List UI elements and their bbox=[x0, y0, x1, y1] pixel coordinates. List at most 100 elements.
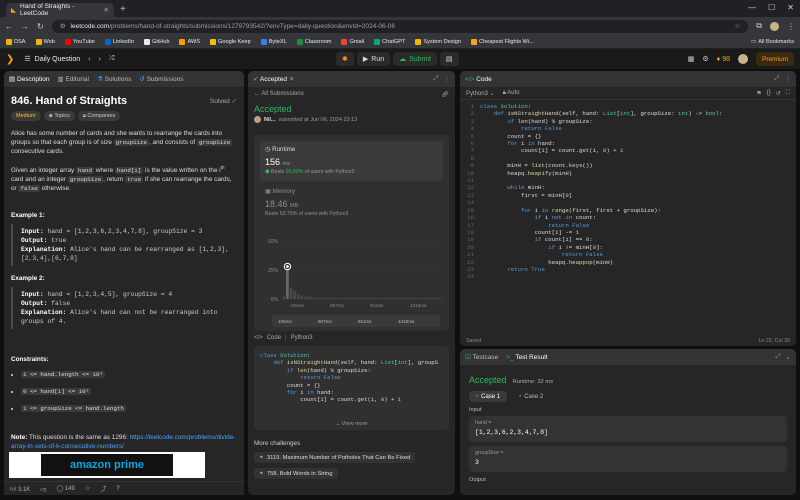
histogram-bar[interactable] bbox=[387, 297, 391, 299]
braces-icon[interactable]: {} bbox=[767, 90, 771, 97]
next-problem-icon[interactable]: › bbox=[99, 56, 101, 63]
histogram-bar[interactable] bbox=[344, 297, 347, 299]
histogram-bar[interactable] bbox=[406, 297, 409, 299]
histogram-bar[interactable] bbox=[380, 297, 384, 299]
bookmark-item[interactable]: AWS bbox=[179, 38, 200, 45]
histogram-bar[interactable] bbox=[427, 297, 431, 299]
histogram-bar[interactable] bbox=[347, 297, 351, 299]
memory-card[interactable]: ▣ Memory 18.46 MB Beats 53.75% of users … bbox=[260, 183, 443, 222]
minimize-icon[interactable]: — bbox=[748, 3, 756, 12]
close-tab-icon[interactable]: ✕ bbox=[289, 76, 294, 83]
histogram-bar[interactable] bbox=[322, 297, 326, 299]
distribution-range-slider[interactable]: 105ms 507ms 911ms 1315ms bbox=[272, 315, 440, 327]
histogram-bar[interactable] bbox=[282, 296, 286, 299]
histogram-bar[interactable] bbox=[300, 295, 304, 299]
link-icon[interactable]: 🔗︎ bbox=[441, 91, 449, 98]
site-info-icon[interactable]: ⚙ bbox=[60, 22, 66, 30]
star-icon[interactable]: ☆ bbox=[734, 22, 740, 30]
forward-icon[interactable]: → bbox=[21, 22, 29, 31]
view-more-button[interactable]: ⌄ View more bbox=[254, 421, 449, 428]
reset-icon[interactable]: ↺ bbox=[776, 90, 781, 97]
back-icon[interactable]: ← bbox=[5, 22, 13, 31]
premium-button[interactable]: Premium bbox=[755, 52, 794, 66]
submit-button[interactable]: ☁ Submit bbox=[393, 52, 437, 66]
histogram-bar[interactable] bbox=[362, 297, 366, 299]
bookmark-icon[interactable]: ⚑ bbox=[756, 90, 761, 97]
help-icon[interactable]: ? bbox=[116, 486, 119, 492]
histogram-bar[interactable] bbox=[297, 294, 300, 299]
bookmark-item[interactable]: YouTube bbox=[64, 38, 95, 45]
maximize-panel-icon[interactable]: ⤢ bbox=[774, 75, 779, 83]
histogram-bar[interactable] bbox=[315, 297, 318, 299]
histogram-bar[interactable] bbox=[340, 297, 344, 299]
tab-accepted[interactable]: ✔ Accepted ✕ bbox=[253, 75, 294, 83]
panel-menu-icon[interactable]: ⋮ bbox=[444, 75, 451, 83]
language-select[interactable]: Python3 ⌄ bbox=[466, 90, 495, 97]
case-1-tab[interactable]: • Case 1 bbox=[469, 391, 508, 402]
bookmark-item[interactable]: Gmail bbox=[341, 38, 364, 45]
layout-icon[interactable]: ▦ bbox=[688, 55, 695, 63]
advertisement-banner[interactable]: amazon prime bbox=[9, 452, 205, 478]
histogram-bar[interactable] bbox=[438, 297, 442, 299]
maximize-icon[interactable]: ☐ bbox=[768, 3, 775, 12]
histogram-bar[interactable] bbox=[337, 297, 340, 299]
browser-tab[interactable]: ◣ Hand of Straights - LeetCode ✕ bbox=[6, 3, 114, 17]
prev-problem-icon[interactable]: ‹ bbox=[88, 56, 90, 63]
histogram-bar[interactable] bbox=[311, 297, 315, 299]
code-editor[interactable]: 1 2 3 4 5 6 7 8 9 10 11 12 13 14 15 16 17 18 19 20 21 22 23 24 … bbox=[460, 100, 796, 281]
address-bar[interactable]: ⚙ leetcode.com/problems/hand-of-straight… bbox=[51, 19, 749, 33]
bookmark-item[interactable]: Classroom bbox=[296, 38, 331, 45]
case-2-tab[interactable]: • Case 2 bbox=[512, 391, 550, 402]
notes-button[interactable]: ▤ bbox=[439, 52, 459, 66]
histogram-bar[interactable] bbox=[398, 297, 402, 299]
histogram-bar[interactable] bbox=[424, 297, 427, 299]
submitter-name[interactable]: Nil... bbox=[264, 117, 276, 123]
problem-list-icon[interactable]: ☰ bbox=[24, 55, 30, 63]
new-tab-icon[interactable]: + bbox=[120, 3, 126, 17]
challenge-item[interactable]: ✦ 3119. Maximum Number of Potholes That C… bbox=[254, 452, 416, 463]
histogram-bar[interactable] bbox=[289, 287, 293, 299]
profile-avatar[interactable] bbox=[770, 21, 779, 31]
histogram-bar[interactable] bbox=[318, 297, 322, 299]
histogram-bar[interactable] bbox=[391, 297, 395, 299]
histogram-bar[interactable] bbox=[409, 297, 413, 299]
bookmark-item[interactable]: Cheapest Flights Wi... bbox=[471, 38, 534, 45]
histogram-bar[interactable] bbox=[366, 297, 369, 299]
shuffle-icon[interactable]: ⤮ bbox=[109, 55, 115, 63]
user-avatar[interactable] bbox=[737, 54, 748, 64]
histogram-bar[interactable] bbox=[377, 297, 380, 299]
close-window-icon[interactable]: ✕ bbox=[787, 3, 794, 12]
histogram-bar[interactable] bbox=[286, 266, 289, 299]
histogram-bar[interactable] bbox=[304, 296, 307, 299]
histogram-bar[interactable] bbox=[351, 297, 355, 299]
histogram-bar[interactable] bbox=[420, 297, 424, 299]
histogram-bar[interactable] bbox=[369, 297, 373, 299]
histogram-bar[interactable] bbox=[329, 297, 333, 299]
histogram-bar[interactable] bbox=[373, 297, 377, 299]
bookmark-item[interactable]: DSA bbox=[6, 38, 26, 45]
histogram-bar[interactable] bbox=[293, 290, 297, 299]
auto-toggle[interactable]: 🔒︎ Auto bbox=[503, 90, 520, 97]
bookmark-item[interactable]: ChatGPT bbox=[374, 38, 405, 45]
histogram-bar[interactable] bbox=[307, 296, 311, 299]
challenge-item[interactable]: ✦ 758. Bold Words in String bbox=[254, 468, 338, 479]
extensions-icon[interactable]: ⧉ bbox=[756, 21, 762, 31]
leetcode-logo-icon[interactable]: ❯ bbox=[6, 54, 14, 65]
tab-test-result[interactable]: >_ Test Result bbox=[506, 354, 547, 361]
avatar[interactable] bbox=[254, 116, 261, 123]
histogram-bar[interactable] bbox=[384, 297, 387, 299]
settings-icon[interactable]: ⚙ bbox=[702, 55, 708, 63]
problem-title[interactable]: 846. Hand of Straights bbox=[11, 96, 237, 107]
companies-chip[interactable]: 🔒︎ Companies bbox=[77, 111, 121, 121]
panel-menu-icon[interactable]: ⋮ bbox=[785, 75, 792, 83]
runtime-card[interactable]: ◷ Runtime 156 ms ⬢ Beats 90.80% of users… bbox=[260, 141, 443, 181]
star-icon[interactable]: ☆ bbox=[85, 485, 90, 492]
tab-testcase[interactable]: ☑ Testcase bbox=[465, 353, 498, 361]
histogram-bar[interactable] bbox=[413, 297, 417, 299]
tab-editorial[interactable]: ▥ Editorial bbox=[57, 75, 88, 83]
histogram-bar[interactable] bbox=[326, 297, 329, 299]
bookmark-item[interactable]: System Design bbox=[415, 38, 461, 45]
histogram-bar[interactable] bbox=[417, 297, 420, 299]
run-button[interactable]: ▶ Run bbox=[356, 52, 391, 66]
histogram-bar[interactable] bbox=[395, 297, 398, 299]
